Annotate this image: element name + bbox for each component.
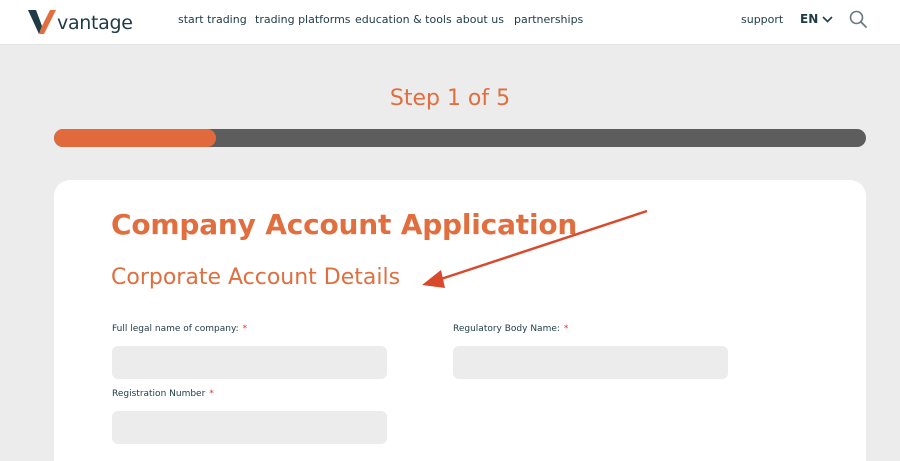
chevron-down-icon — [822, 15, 833, 23]
required-marker: * — [242, 324, 248, 334]
nav-link-support[interactable]: support — [741, 13, 783, 26]
search-button[interactable] — [849, 10, 867, 33]
nav-link-trading-platforms[interactable]: trading platforms — [255, 13, 351, 26]
regulatory-body-label: Regulatory Body Name: * — [453, 324, 568, 334]
nav-link-about-us[interactable]: about us — [456, 13, 504, 26]
progress-bar-fill — [54, 129, 217, 147]
company-name-label-text: Full legal name of company: — [112, 324, 239, 334]
language-selector[interactable]: EN — [800, 12, 833, 26]
registration-number-label: Registration Number * — [112, 389, 214, 399]
step-indicator: Step 1 of 5 — [389, 86, 511, 111]
nav-link-partnerships[interactable]: partnerships — [514, 13, 583, 26]
progress-bar — [54, 129, 866, 147]
company-name-label: Full legal name of company: * — [112, 324, 247, 334]
regulatory-body-input[interactable] — [453, 346, 728, 379]
required-marker: * — [209, 389, 214, 399]
registration-number-input[interactable] — [112, 411, 387, 444]
section-title: Corporate Account Details — [111, 265, 401, 290]
company-name-input[interactable] — [112, 346, 387, 379]
nav-link-education-tools[interactable]: education & tools — [355, 13, 452, 26]
nav-link-start-trading[interactable]: start trading — [178, 13, 247, 26]
vantage-logo-icon — [28, 10, 56, 34]
language-label: EN — [800, 12, 819, 26]
search-icon — [849, 10, 867, 28]
page-title: Company Account Application — [111, 208, 578, 241]
required-marker: * — [563, 324, 569, 334]
top-nav: vantage start trading trading platforms … — [0, 0, 900, 45]
registration-number-label-text: Registration Number — [112, 389, 206, 399]
logo-text: vantage — [57, 11, 133, 34]
regulatory-body-label-text: Regulatory Body Name: — [453, 324, 560, 334]
logo[interactable]: vantage — [28, 8, 133, 36]
